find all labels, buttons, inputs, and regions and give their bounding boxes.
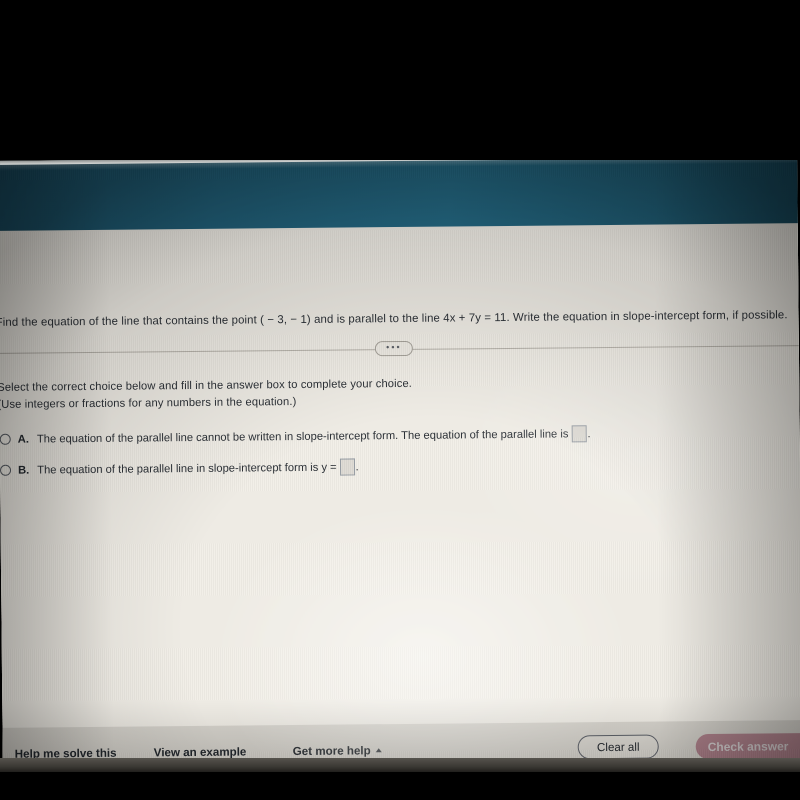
choice-a[interactable]: A. The equation of the parallel line can… xyxy=(0,425,591,448)
radio-button-a[interactable] xyxy=(0,433,11,445)
instruction-line-2: (Use integers or fractions for any numbe… xyxy=(0,395,297,411)
choice-b-letter: B. xyxy=(17,464,30,477)
help-action-bar: Help me solve this View an example Get m… xyxy=(0,719,800,776)
choice-b-period: . xyxy=(355,460,359,473)
laptop-screen-photo: Find the equation of the line that conta… xyxy=(0,0,800,800)
question-page: Find the equation of the line that conta… xyxy=(0,222,800,776)
get-more-help-label: Get more help xyxy=(292,744,371,759)
choice-a-letter: A. xyxy=(17,433,29,446)
get-more-help-link[interactable]: Get more help xyxy=(293,744,382,758)
chevron-up-icon xyxy=(375,748,382,753)
radio-button-b[interactable] xyxy=(0,464,12,476)
choice-a-period: . xyxy=(587,427,591,440)
photo-letterbox-top xyxy=(0,0,800,160)
view-an-example-link[interactable]: View an example xyxy=(154,745,247,759)
choice-b[interactable]: B. The equation of the parallel line in … xyxy=(0,458,359,478)
banner-highlight xyxy=(0,153,800,172)
answer-input-a[interactable] xyxy=(571,425,587,443)
choice-a-text: The equation of the parallel line cannot… xyxy=(36,427,569,445)
check-answer-button[interactable]: Check answer xyxy=(695,733,800,760)
app-banner xyxy=(0,153,800,234)
instruction-line-1: Select the correct choice below and fill… xyxy=(0,377,413,394)
question-prompt: Find the equation of the line that conta… xyxy=(0,309,788,329)
answer-input-b[interactable] xyxy=(339,458,355,476)
photo-letterbox-bottom xyxy=(0,772,800,800)
more-options-icon[interactable]: ••• xyxy=(374,340,413,357)
help-me-solve-this-link[interactable]: Help me solve this xyxy=(15,747,117,761)
laptop-screen: Find the equation of the line that conta… xyxy=(0,153,800,776)
choice-b-text: The equation of the parallel line in slo… xyxy=(37,461,337,476)
clear-all-button[interactable]: Clear all xyxy=(577,734,659,760)
